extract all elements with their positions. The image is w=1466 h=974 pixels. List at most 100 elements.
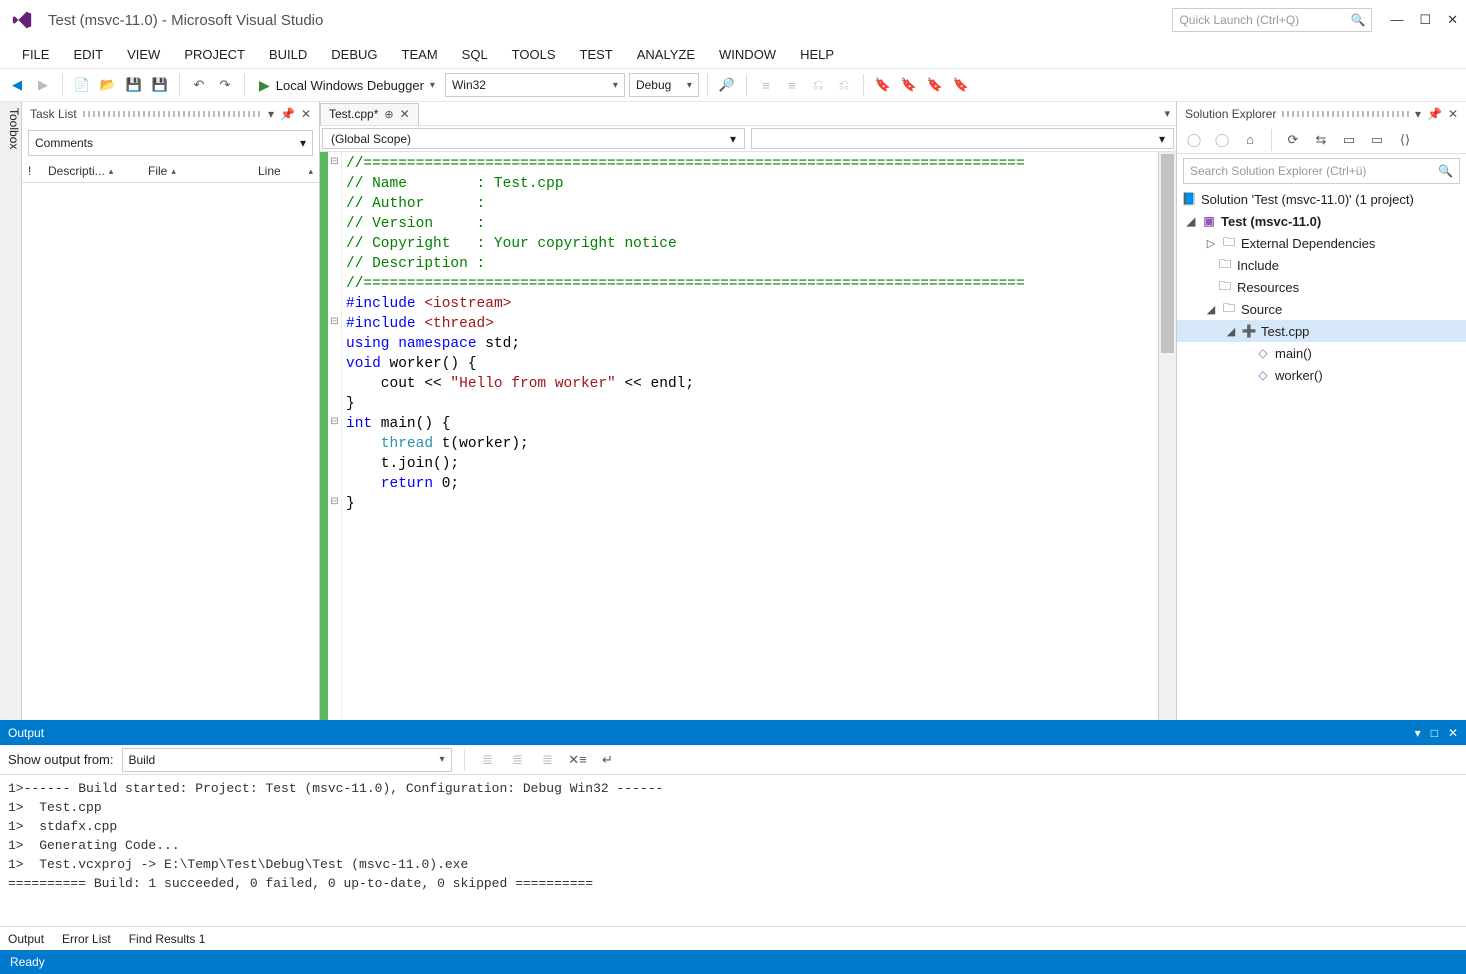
- solution-tree[interactable]: 📘 Solution 'Test (msvc-11.0)' (1 project…: [1177, 188, 1466, 720]
- dropdown-icon[interactable]: ▾: [1415, 107, 1421, 121]
- dropdown-icon[interactable]: ▾: [268, 107, 274, 121]
- output-tool-icon[interactable]: ≣: [537, 749, 559, 771]
- pin-icon[interactable]: ⊕: [384, 108, 393, 121]
- member-combo[interactable]: ▾: [751, 128, 1174, 149]
- menu-edit[interactable]: EDIT: [63, 45, 113, 64]
- minimize-button[interactable]: —: [1390, 12, 1403, 28]
- menu-build[interactable]: BUILD: [259, 45, 317, 64]
- save-button[interactable]: 💾: [123, 74, 145, 96]
- menu-team[interactable]: TEAM: [392, 45, 448, 64]
- quick-launch-input[interactable]: Quick Launch (Ctrl+Q) 🔍: [1172, 8, 1372, 32]
- open-button[interactable]: 📂: [97, 74, 119, 96]
- vertical-scrollbar[interactable]: [1158, 152, 1176, 720]
- menu-tools[interactable]: TOOLS: [502, 45, 566, 64]
- menu-debug[interactable]: DEBUG: [321, 45, 387, 64]
- menu-file[interactable]: FILE: [12, 45, 59, 64]
- close-icon[interactable]: ✕: [301, 107, 311, 121]
- menu-test[interactable]: TEST: [570, 45, 623, 64]
- comment-icon[interactable]: ≡: [755, 74, 777, 96]
- play-icon: ▶: [259, 77, 270, 94]
- output-tool-icon[interactable]: ≣: [507, 749, 529, 771]
- save-all-button[interactable]: 💾: [149, 74, 171, 96]
- project-node[interactable]: ◢ ▣ Test (msvc-11.0): [1177, 210, 1466, 232]
- output-tab-output[interactable]: Output: [8, 932, 44, 946]
- bookmark-prev-icon[interactable]: 🔖: [898, 74, 920, 96]
- fold-margin[interactable]: ⊟⊟⊟⊟: [328, 152, 342, 720]
- platform-combo[interactable]: Win32 ▾: [445, 73, 625, 97]
- code-editor[interactable]: //======================================…: [342, 152, 1158, 720]
- home-icon[interactable]: ⌂: [1239, 129, 1261, 151]
- close-icon[interactable]: ✕: [1448, 107, 1458, 121]
- bookmark-icon[interactable]: 🔖: [872, 74, 894, 96]
- uncomment-icon[interactable]: ≡: [781, 74, 803, 96]
- folder-icon: 🗀: [1217, 279, 1233, 295]
- find-icon[interactable]: 🔎: [716, 74, 738, 96]
- refresh-icon[interactable]: ⟳: [1282, 129, 1304, 151]
- expand-icon[interactable]: ▷: [1205, 237, 1217, 250]
- dropdown-icon[interactable]: ▾: [1415, 726, 1421, 740]
- pin-icon[interactable]: 📌: [1427, 107, 1442, 121]
- editor-tab[interactable]: Test.cpp* ⊕ ✕: [320, 103, 419, 125]
- menu-window[interactable]: WINDOW: [709, 45, 786, 64]
- output-source-combo[interactable]: Build ▾: [122, 748, 452, 772]
- maximize-button[interactable]: ☐: [1419, 12, 1431, 28]
- menu-project[interactable]: PROJECT: [174, 45, 255, 64]
- toolbox-tab[interactable]: Toolbox: [0, 102, 22, 720]
- bookmark-clear-icon[interactable]: 🔖: [950, 74, 972, 96]
- scope-combo[interactable]: (Global Scope) ▾: [322, 128, 745, 149]
- clear-icon[interactable]: ✕≡: [567, 749, 589, 771]
- toolbar-icon[interactable]: ⎌: [807, 74, 829, 96]
- forward-icon[interactable]: ◯: [1211, 129, 1233, 151]
- solution-node[interactable]: 📘 Solution 'Test (msvc-11.0)' (1 project…: [1177, 188, 1466, 210]
- menu-bar: FILEEDITVIEWPROJECTBUILDDEBUG TEAMSQLTOOL…: [0, 40, 1466, 68]
- method-icon: ◇: [1255, 367, 1271, 383]
- col-file[interactable]: File▴: [148, 164, 258, 178]
- menu-help[interactable]: HELP: [790, 45, 844, 64]
- file-node-test-cpp[interactable]: ◢ ➕ Test.cpp: [1177, 320, 1466, 342]
- task-list-filter-combo[interactable]: Comments ▾: [28, 130, 313, 156]
- main-toolbar: ◀ ▶ 📄 📂 💾 💾 ↶ ↷ ▶ Local Windows Debugger…: [0, 68, 1466, 102]
- resources-node[interactable]: 🗀 Resources: [1177, 276, 1466, 298]
- collapse-icon[interactable]: ▭: [1338, 129, 1360, 151]
- solution-search-input[interactable]: Search Solution Explorer (Ctrl+ü) 🔍: [1183, 158, 1460, 184]
- col-priority[interactable]: !: [28, 164, 48, 178]
- nav-back-button[interactable]: ◀: [6, 74, 28, 96]
- function-node-main[interactable]: ◇ main(): [1177, 342, 1466, 364]
- new-project-button[interactable]: 📄: [71, 74, 93, 96]
- nav-forward-button[interactable]: ▶: [32, 74, 54, 96]
- include-node[interactable]: 🗀 Include: [1177, 254, 1466, 276]
- show-all-icon[interactable]: ▭: [1366, 129, 1388, 151]
- menu-view[interactable]: VIEW: [117, 45, 170, 64]
- col-description[interactable]: Descripti...▴: [48, 164, 148, 178]
- output-tab-error-list[interactable]: Error List: [62, 932, 111, 946]
- wrap-icon[interactable]: ↵: [597, 749, 619, 771]
- config-combo[interactable]: Debug ▾: [629, 73, 699, 97]
- start-debugging-button[interactable]: ▶ Local Windows Debugger ▾: [253, 73, 441, 97]
- menu-analyze[interactable]: ANALYZE: [627, 45, 705, 64]
- col-line[interactable]: Line▴: [258, 164, 313, 178]
- output-tool-icon[interactable]: ≣: [477, 749, 499, 771]
- tab-overflow-icon[interactable]: ▾: [1164, 107, 1170, 120]
- expand-icon[interactable]: ◢: [1225, 325, 1237, 338]
- quick-launch-placeholder: Quick Launch (Ctrl+Q): [1179, 13, 1299, 27]
- properties-icon[interactable]: ⟨⟩: [1394, 129, 1416, 151]
- close-button[interactable]: ✕: [1447, 12, 1458, 28]
- close-icon[interactable]: ✕: [400, 107, 410, 121]
- expand-icon[interactable]: ◢: [1205, 303, 1217, 316]
- menu-sql[interactable]: SQL: [452, 45, 498, 64]
- function-node-worker[interactable]: ◇ worker(): [1177, 364, 1466, 386]
- expand-icon[interactable]: ◢: [1185, 215, 1197, 228]
- back-icon[interactable]: ◯: [1183, 129, 1205, 151]
- close-icon[interactable]: ✕: [1448, 726, 1458, 740]
- maximize-icon[interactable]: □: [1431, 726, 1438, 740]
- toolbar-icon[interactable]: ⎌: [833, 74, 855, 96]
- sync-icon[interactable]: ⇆: [1310, 129, 1332, 151]
- source-node[interactable]: ◢ 🗀 Source: [1177, 298, 1466, 320]
- undo-button[interactable]: ↶: [188, 74, 210, 96]
- redo-button[interactable]: ↷: [214, 74, 236, 96]
- pin-icon[interactable]: 📌: [280, 107, 295, 121]
- ext-deps-node[interactable]: ▷ 🗀 External Dependencies: [1177, 232, 1466, 254]
- bookmark-next-icon[interactable]: 🔖: [924, 74, 946, 96]
- output-tab-find-results-1[interactable]: Find Results 1: [129, 932, 206, 946]
- output-text[interactable]: 1>------ Build started: Project: Test (m…: [0, 775, 1466, 926]
